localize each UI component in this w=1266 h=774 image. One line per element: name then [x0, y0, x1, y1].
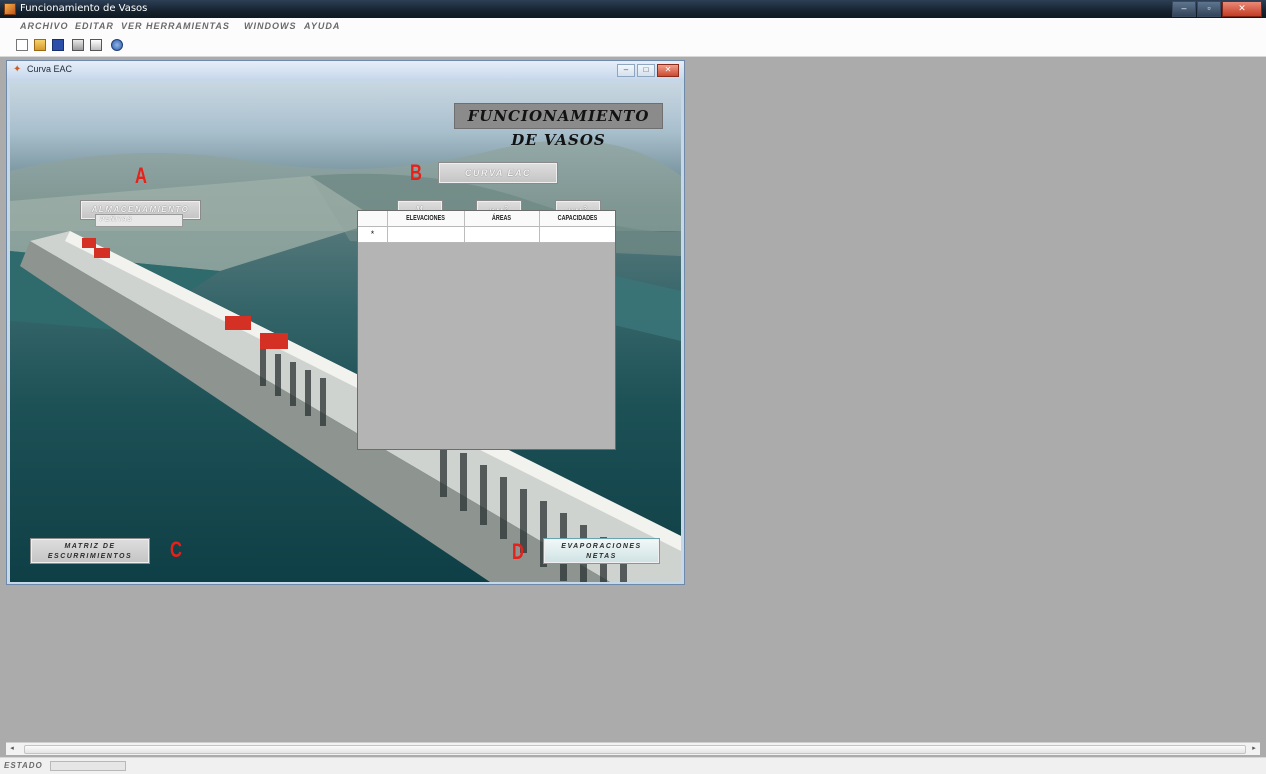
grid-divider — [539, 211, 540, 242]
horizontal-scrollbar[interactable]: ◂ ▸ — [6, 742, 1260, 755]
help-icon[interactable] — [111, 39, 123, 51]
menu-herramientas[interactable]: HERRAMIENTAS — [146, 21, 230, 31]
menu-ver[interactable]: VER — [121, 21, 143, 31]
status-label: Estado — [4, 761, 43, 770]
menu-archivo[interactable]: ARCHIVO — [20, 21, 69, 31]
app-icon — [4, 3, 16, 15]
evaporaciones-label-line1: Evaporaciones — [561, 543, 642, 550]
matriz-label-line2: Escurrimientos — [47, 553, 133, 560]
status-progress-bar — [50, 761, 126, 771]
scrollbar-thumb[interactable] — [24, 745, 1246, 754]
menu-windows[interactable]: WINDOWS — [244, 21, 297, 31]
grid-new-row[interactable] — [358, 227, 615, 243]
column-header-areas[interactable]: ÁREAS — [472, 211, 531, 226]
presa-select[interactable]: Peñitas — [95, 214, 183, 227]
child-titlebar: ✦ Curva EAC – □ ✕ — [7, 61, 684, 79]
scroll-right-arrow-icon[interactable]: ▸ — [1248, 743, 1260, 755]
print-preview-icon[interactable] — [90, 39, 102, 51]
form-icon: ✦ — [13, 64, 22, 75]
label-b: B — [410, 160, 422, 185]
scroll-left-arrow-icon[interactable]: ◂ — [6, 743, 18, 755]
print-icon[interactable] — [72, 39, 84, 51]
child-window-controls: – □ ✕ — [615, 64, 679, 77]
evaporaciones-label-line2: Netas — [586, 553, 617, 560]
close-button[interactable]: ✕ — [1222, 1, 1262, 17]
menu-editar[interactable]: EDITAR — [75, 21, 114, 31]
label-c: C — [170, 537, 182, 562]
column-header-elevaciones[interactable]: ELEVACIONES — [395, 211, 455, 226]
child-close-button[interactable]: ✕ — [657, 64, 679, 77]
maximize-button[interactable]: ▫ — [1197, 1, 1221, 17]
page-title: FUNCIONAMIENTO DE VASOS — [454, 103, 663, 149]
curva-eac-grid[interactable]: ELEVACIONES ÁREAS CAPACIDADES * — [357, 210, 616, 450]
status-bar: Estado — [0, 757, 1266, 774]
menu-ayuda[interactable]: AYUDA — [304, 21, 340, 31]
label-a: A — [135, 163, 147, 188]
child-minimize-button[interactable]: – — [617, 64, 635, 77]
matriz-escurrimientos-button[interactable]: Matriz de Escurrimientos — [30, 538, 150, 564]
menu-bar: ARCHIVO EDITAR VER HERRAMIENTAS WINDOWS … — [0, 18, 1266, 36]
open-folder-icon[interactable] — [34, 39, 46, 51]
grid-divider — [387, 211, 388, 242]
app-titlebar: Funcionamiento de Vasos – ▫ ✕ — [0, 0, 1266, 18]
grid-divider — [464, 211, 465, 242]
matriz-label-line1: Matriz de — [64, 543, 116, 550]
save-icon[interactable] — [52, 39, 64, 51]
column-header-capacidades[interactable]: CAPACIDADES — [547, 211, 607, 226]
new-icon[interactable] — [16, 39, 28, 51]
curva-eac-button[interactable]: Curva EAC — [438, 162, 558, 184]
child-title: Curva EAC — [27, 64, 73, 74]
toolbar — [0, 36, 1266, 57]
label-d: D — [512, 539, 524, 564]
new-row-marker: * — [370, 229, 375, 239]
app-title: Funcionamiento de Vasos — [20, 3, 148, 14]
minimize-button[interactable]: – — [1172, 1, 1196, 17]
curva-eac-window: ✦ Curva EAC – □ ✕ FUNCIONAMIENTO DE VASO… — [6, 60, 685, 585]
child-maximize-button[interactable]: □ — [637, 64, 655, 77]
evaporaciones-netas-button[interactable]: Evaporaciones Netas — [543, 538, 660, 564]
window-controls: – ▫ ✕ — [1171, 1, 1262, 17]
